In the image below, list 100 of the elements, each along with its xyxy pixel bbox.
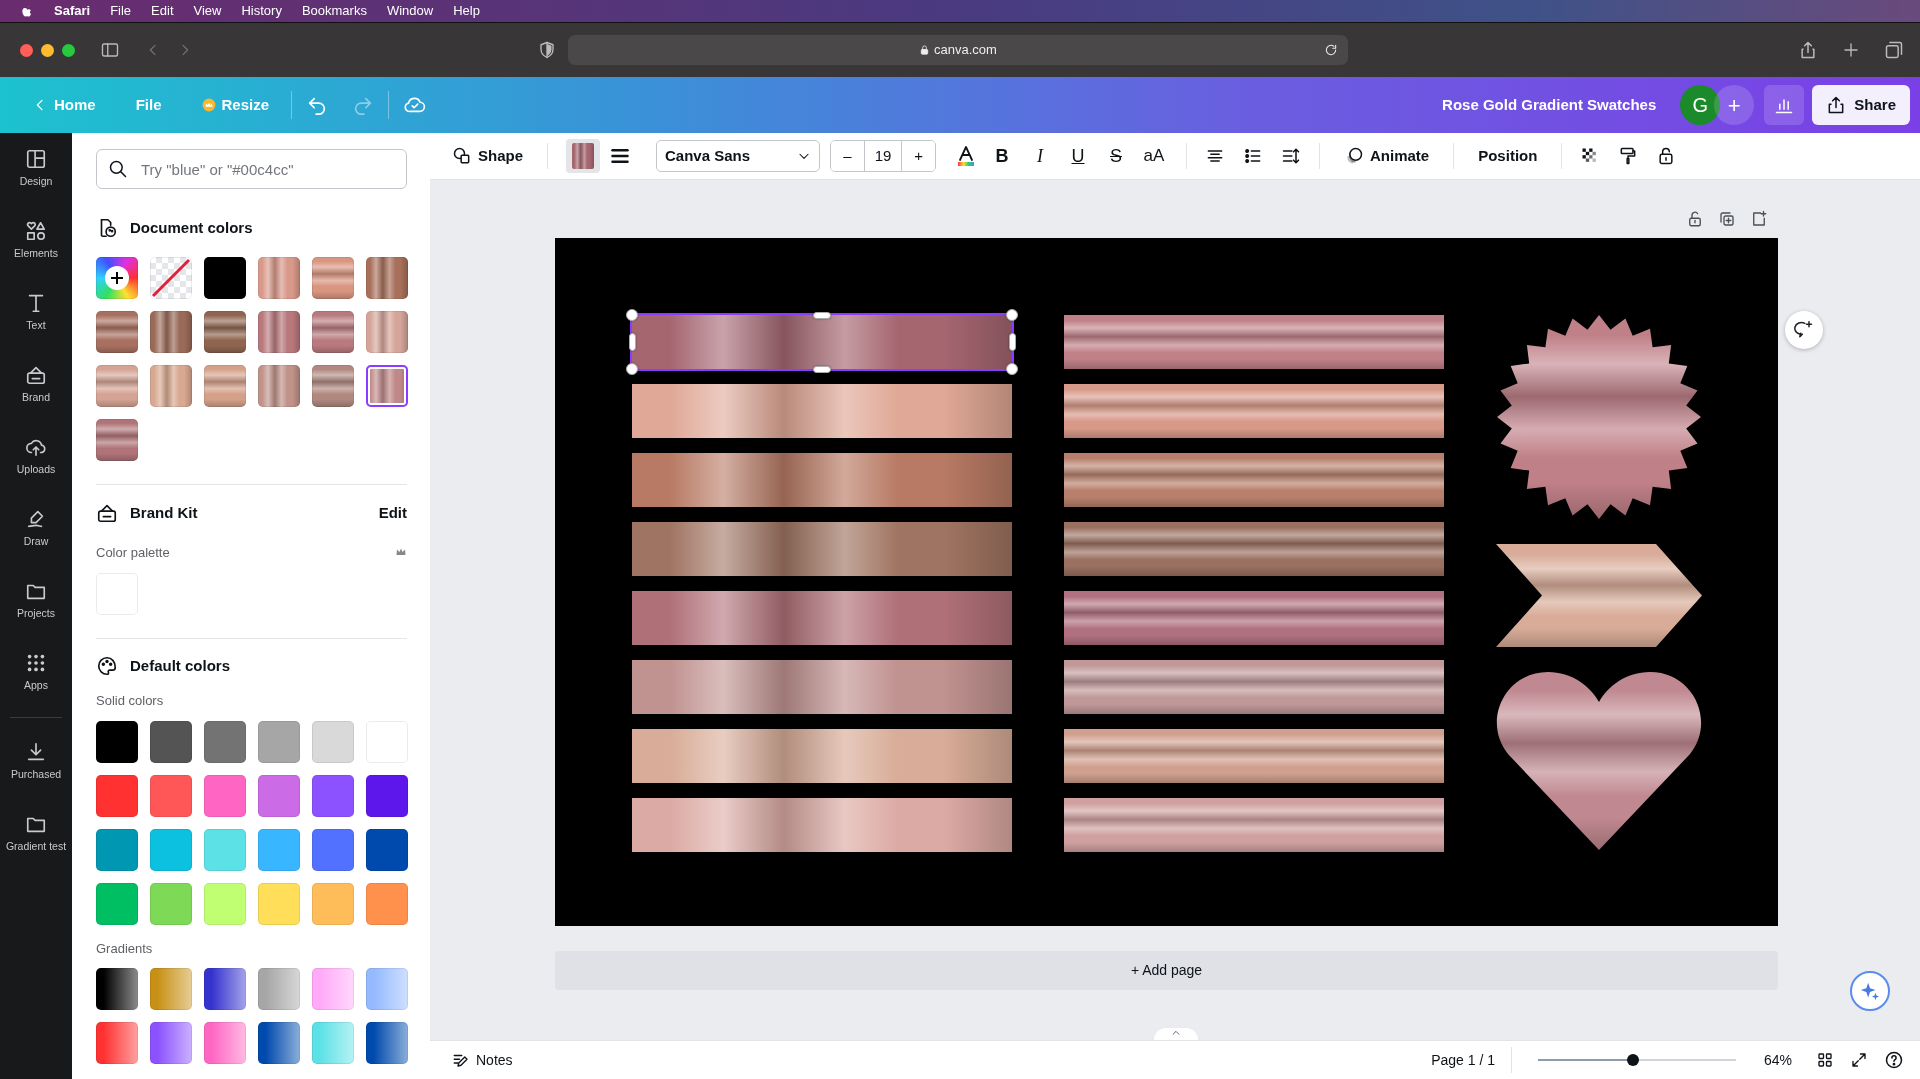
border-style-icon[interactable] xyxy=(610,146,630,166)
gradient-bar[interactable] xyxy=(632,591,1012,645)
resize-handle[interactable] xyxy=(1008,333,1016,351)
sidebar-item[interactable]: Apps xyxy=(0,637,72,709)
gradient-swatch[interactable] xyxy=(312,1022,354,1064)
duplicate-page-icon[interactable] xyxy=(1718,210,1736,228)
font-size-stepper[interactable]: – 19 + xyxy=(830,140,936,172)
menu-item[interactable]: Safari xyxy=(54,1,91,21)
add-page-icon[interactable] xyxy=(1750,210,1768,228)
share-button[interactable]: Share xyxy=(1812,85,1910,125)
font-dropdown[interactable]: Canva Sans xyxy=(656,140,820,172)
color-swatch[interactable] xyxy=(258,882,300,925)
gradient-bar[interactable] xyxy=(1064,660,1444,714)
avatar[interactable]: G xyxy=(1680,85,1721,125)
edit-link[interactable]: Edit xyxy=(378,502,407,525)
color-swatch[interactable] xyxy=(366,828,408,871)
gradient-bar[interactable] xyxy=(1064,798,1444,852)
gradient-swatch[interactable] xyxy=(312,257,354,299)
zoom-window-button[interactable] xyxy=(62,43,75,57)
resize-handle[interactable] xyxy=(813,365,831,373)
position-button[interactable]: Position xyxy=(1472,140,1544,172)
sidebar-item[interactable]: Elements xyxy=(0,205,72,277)
sidebar-item[interactable]: Brand xyxy=(0,349,72,421)
gradient-bar[interactable] xyxy=(632,384,1012,438)
no-color-swatch[interactable] xyxy=(150,257,192,299)
gradient-swatch[interactable] xyxy=(258,968,300,1010)
list-icon[interactable] xyxy=(1243,146,1263,166)
color-swatch[interactable] xyxy=(204,774,246,817)
color-swatch[interactable] xyxy=(150,882,192,925)
fill-color-button[interactable] xyxy=(566,139,600,173)
letter-case-button[interactable]: aA xyxy=(1140,143,1168,169)
color-swatch[interactable] xyxy=(312,882,354,925)
slider-thumb[interactable] xyxy=(1627,1054,1639,1066)
gradient-swatch[interactable] xyxy=(96,419,138,461)
gradient-bar[interactable] xyxy=(632,729,1012,783)
gradient-bar[interactable] xyxy=(1064,384,1444,438)
heart-shape[interactable] xyxy=(1497,672,1701,850)
menu-item[interactable]: Window xyxy=(386,1,434,21)
add-comment-button[interactable] xyxy=(1785,311,1823,349)
color-swatch[interactable] xyxy=(204,882,246,925)
resize-handle[interactable] xyxy=(813,311,831,319)
zoom-percentage[interactable]: 64% xyxy=(1763,1049,1792,1071)
sidebar-icon[interactable] xyxy=(99,41,121,59)
gradient-bar[interactable] xyxy=(1064,591,1444,645)
gradient-swatch[interactable] xyxy=(96,968,138,1010)
gradient-swatch[interactable] xyxy=(312,365,354,407)
color-swatch[interactable] xyxy=(366,774,408,817)
color-swatch[interactable] xyxy=(204,720,246,763)
gradient-swatch[interactable] xyxy=(150,968,192,1010)
color-swatch[interactable] xyxy=(366,882,408,925)
gradient-swatch[interactable] xyxy=(258,257,300,299)
color-swatch[interactable] xyxy=(312,720,354,763)
gradient-swatch[interactable] xyxy=(150,1022,192,1064)
color-swatch[interactable] xyxy=(312,828,354,871)
menu-item[interactable]: Bookmarks xyxy=(301,1,367,21)
show-pages-tab[interactable] xyxy=(1154,1028,1198,1040)
strikethrough-button[interactable]: S xyxy=(1102,142,1130,170)
analytics-button[interactable] xyxy=(1764,85,1805,125)
bold-button[interactable]: B xyxy=(988,142,1016,170)
color-swatch[interactable] xyxy=(150,828,192,871)
color-swatch[interactable] xyxy=(150,720,192,763)
color-swatch[interactable] xyxy=(150,774,192,817)
menu-item[interactable]: View xyxy=(193,1,222,21)
grid-view-icon[interactable] xyxy=(1816,1051,1834,1069)
color-swatch[interactable] xyxy=(96,882,138,925)
color-swatch[interactable] xyxy=(258,828,300,871)
new-tab-icon[interactable] xyxy=(1842,41,1860,59)
gradient-swatch[interactable] xyxy=(204,365,246,407)
color-swatch[interactable] xyxy=(258,720,300,763)
menu-item[interactable]: Edit xyxy=(151,1,174,21)
gradient-swatch[interactable] xyxy=(366,365,408,407)
color-swatch[interactable] xyxy=(312,774,354,817)
gradient-swatch[interactable] xyxy=(366,968,408,1010)
resize-handle[interactable] xyxy=(626,309,638,321)
gradient-swatch[interactable] xyxy=(204,311,246,353)
line-spacing-icon[interactable] xyxy=(1281,146,1301,166)
sidebar-item[interactable]: Uploads xyxy=(0,421,72,493)
fullscreen-icon[interactable] xyxy=(1850,1051,1868,1069)
sidebar-item[interactable]: Projects xyxy=(0,565,72,637)
add-page-button[interactable]: + Add page xyxy=(555,951,1778,990)
gradient-bar[interactable] xyxy=(632,798,1012,852)
gradient-bar[interactable] xyxy=(632,522,1012,576)
gradient-bar[interactable] xyxy=(1064,729,1444,783)
search-field[interactable]: Try "blue" or "#00c4cc" xyxy=(96,149,407,189)
gradient-swatch[interactable] xyxy=(312,968,354,1010)
gradient-swatch[interactable] xyxy=(258,311,300,353)
animate-button[interactable]: Animate xyxy=(1338,140,1436,172)
menu-item[interactable]: History xyxy=(241,1,282,21)
gradient-swatch[interactable] xyxy=(312,311,354,353)
italic-button[interactable]: I xyxy=(1026,142,1054,170)
sidebar-item[interactable]: Gradient test xyxy=(0,798,72,870)
gradient-swatch[interactable] xyxy=(366,257,408,299)
notes-button[interactable]: Notes xyxy=(446,1045,519,1075)
share-icon[interactable] xyxy=(1798,39,1818,61)
color-swatch[interactable] xyxy=(96,828,138,871)
gradient-swatch[interactable] xyxy=(96,365,138,407)
gradient-swatch[interactable] xyxy=(96,311,138,353)
color-swatch[interactable] xyxy=(96,720,138,763)
color-swatch[interactable] xyxy=(204,257,246,299)
sidebar-item[interactable]: Purchased xyxy=(0,726,72,798)
